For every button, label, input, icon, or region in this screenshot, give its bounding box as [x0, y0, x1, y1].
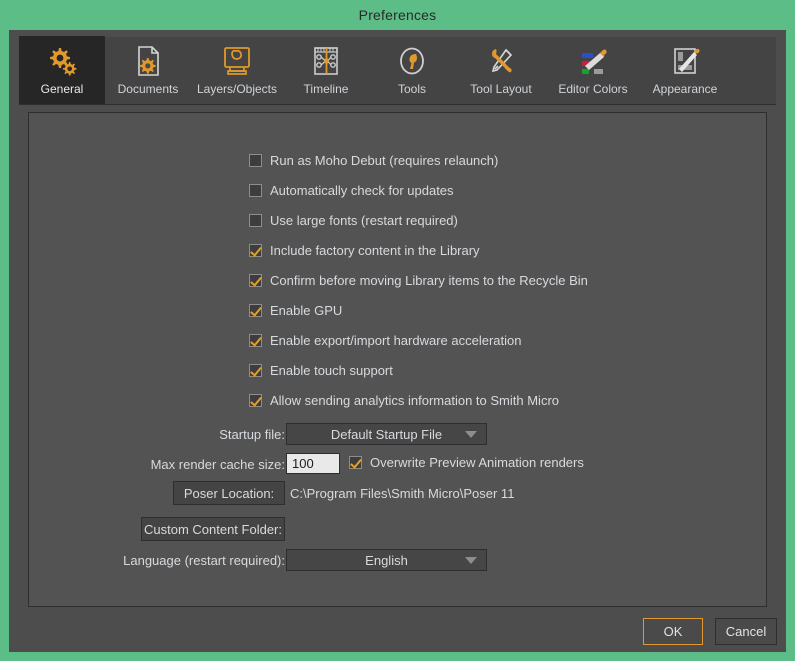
preferences-dialog-window: Preferences General Documents Layers/Obj… [0, 0, 795, 661]
ok-button-label: OK [663, 624, 683, 639]
chevron-down-icon [465, 430, 477, 438]
checkbox-touch-support[interactable] [249, 364, 262, 377]
checkbox-label: Overwrite Preview Animation renders [370, 455, 584, 470]
tab-general[interactable]: General [19, 36, 105, 104]
tab-layers-objects[interactable]: Layers/Objects [191, 36, 283, 104]
tab-label: Editor Colors [558, 82, 628, 96]
appearance-pen-icon [668, 43, 702, 79]
checkbox-auto-check-updates[interactable] [249, 184, 262, 197]
tab-appearance[interactable]: Appearance [639, 36, 731, 104]
tab-label: Documents [117, 82, 179, 96]
checkbox-label: Enable touch support [270, 363, 393, 378]
tab-label: Appearance [652, 82, 718, 96]
checkbox-row-enable-gpu[interactable]: Enable GPU [249, 303, 342, 318]
tab-tools[interactable]: Tools [369, 36, 455, 104]
checkbox-label: Use large fonts (restart required) [270, 213, 458, 228]
wrench-circle-icon [396, 43, 428, 79]
checkbox-analytics[interactable] [249, 394, 262, 407]
checkbox-row-confirm-recycle-bin[interactable]: Confirm before moving Library items to t… [249, 273, 588, 288]
checkbox-enable-gpu[interactable] [249, 304, 262, 317]
startup-file-dropdown[interactable]: Default Startup File [286, 423, 487, 445]
tab-label: Layers/Objects [196, 82, 278, 96]
window-titlebar: Preferences [0, 0, 795, 30]
page-title: Preferences [358, 7, 437, 23]
checkbox-run-as-moho-debut[interactable] [249, 154, 262, 167]
checkbox-row-analytics[interactable]: Allow sending analytics information to S… [249, 393, 559, 408]
tab-tool-layout[interactable]: Tool Layout [455, 36, 547, 104]
startup-file-value: Default Startup File [330, 426, 443, 442]
tab-label: Timeline [303, 82, 349, 96]
chevron-down-icon [465, 556, 477, 564]
tab-timeline[interactable]: Timeline [283, 36, 369, 104]
poser-location-button-label: Poser Location: [183, 485, 275, 501]
checkbox-hardware-acceleration[interactable] [249, 334, 262, 347]
checkbox-label: Allow sending analytics information to S… [270, 393, 560, 408]
tab-label: Tools [397, 82, 426, 96]
custom-content-folder-button-label: Custom Content Folder: [143, 521, 282, 537]
preferences-tab-strip: General Documents Layers/Objects Timelin… [19, 36, 776, 105]
checkbox-row-hardware-acceleration[interactable]: Enable export/import hardware accelerati… [249, 333, 521, 348]
poser-location-path: C:\Program Files\Smith Micro\Poser 11 [290, 486, 515, 501]
checkbox-overwrite-preview[interactable] [349, 456, 362, 469]
checkbox-label: Automatically check for updates [270, 183, 454, 198]
checkbox-row-use-large-fonts[interactable]: Use large fonts (restart required) [249, 213, 458, 228]
color-swatch-pen-icon [576, 43, 610, 79]
layers-monitor-icon [220, 43, 254, 79]
cancel-button[interactable]: Cancel [715, 618, 777, 645]
checkbox-label: Enable GPU [270, 303, 343, 318]
ok-button[interactable]: OK [643, 618, 703, 645]
max-render-cache-label: Max render cache size: [150, 457, 285, 472]
startup-file-label: Startup file: [219, 427, 285, 442]
checkbox-confirm-recycle-bin[interactable] [249, 274, 262, 287]
language-dropdown[interactable]: English [286, 549, 487, 571]
checkbox-row-include-factory-content[interactable]: Include factory content in the Library [249, 243, 480, 258]
checkbox-row-overwrite-preview[interactable]: Overwrite Preview Animation renders [349, 455, 584, 470]
checkbox-label: Enable export/import hardware accelerati… [270, 333, 522, 348]
poser-location-button[interactable]: Poser Location: [173, 481, 285, 505]
checkbox-include-factory-content[interactable] [249, 244, 262, 257]
tab-documents[interactable]: Documents [105, 36, 191, 104]
tab-label: General [40, 82, 84, 96]
document-gear-icon [133, 43, 163, 79]
tab-editor-colors[interactable]: Editor Colors [547, 36, 639, 104]
checkbox-row-touch-support[interactable]: Enable touch support [249, 363, 393, 378]
gears-icon [45, 43, 79, 79]
max-render-cache-value: 100 [292, 456, 314, 471]
checkbox-label: Include factory content in the Library [270, 243, 480, 258]
language-value: English [365, 552, 408, 568]
tab-label: Tool Layout [470, 82, 532, 96]
language-label: Language (restart required): [123, 553, 285, 568]
checkbox-row-auto-check-updates[interactable]: Automatically check for updates [249, 183, 454, 198]
checkbox-use-large-fonts[interactable] [249, 214, 262, 227]
max-render-cache-input[interactable]: 100 [286, 453, 340, 474]
timeline-icon [310, 43, 342, 79]
checkbox-label: Run as Moho Debut (requires relaunch) [270, 153, 499, 168]
cancel-button-label: Cancel [725, 624, 767, 639]
wrench-screwdriver-icon [484, 43, 518, 79]
checkbox-row-run-as-moho-debut[interactable]: Run as Moho Debut (requires relaunch) [249, 153, 498, 168]
custom-content-folder-button[interactable]: Custom Content Folder: [141, 517, 285, 541]
dialog-body: General Documents Layers/Objects Timelin… [9, 30, 786, 652]
checkbox-label: Confirm before moving Library items to t… [270, 273, 588, 288]
general-settings-panel: Run as Moho Debut (requires relaunch) Au… [28, 112, 767, 607]
